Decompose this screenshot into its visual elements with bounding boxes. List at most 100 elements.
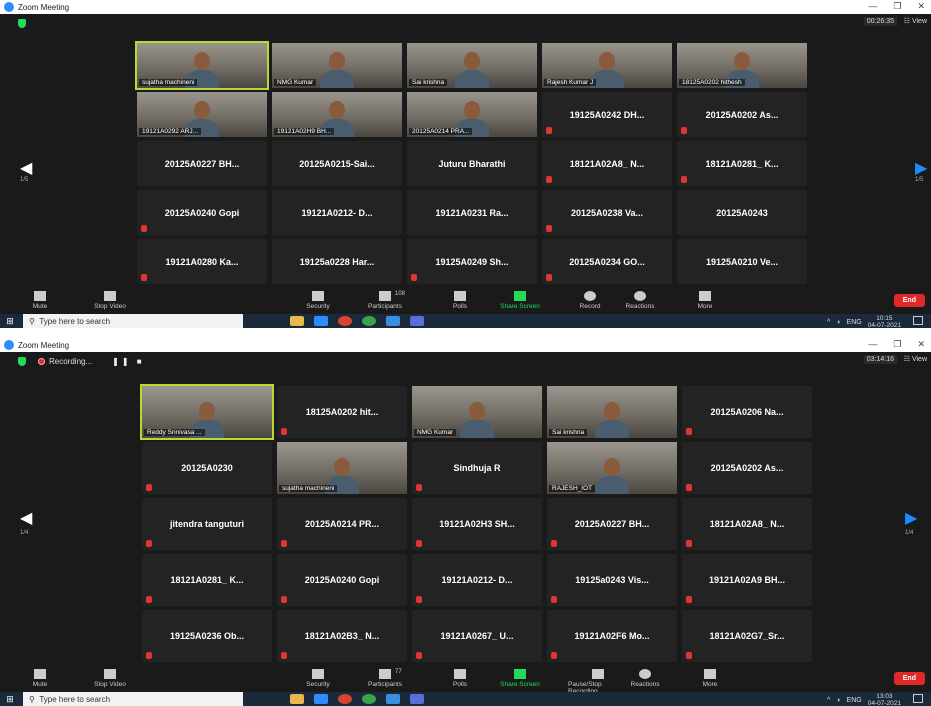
language-label[interactable]: ENG — [847, 319, 862, 326]
participant-tile[interactable]: 19125a0228 Har... — [272, 239, 402, 284]
notification-icon[interactable] — [913, 316, 923, 325]
participant-tile[interactable]: 19125A0236 Ob... — [142, 610, 272, 662]
participant-tile[interactable]: 19125A0210 Ve... — [677, 239, 807, 284]
security-button[interactable]: Security — [288, 291, 348, 310]
pause-icon[interactable]: ❚❚ — [112, 357, 131, 366]
participant-tile[interactable]: RAJESH_IOT — [547, 442, 677, 494]
mute-button[interactable]: Mute — [10, 669, 70, 688]
participant-tile[interactable]: 20125A0227 BH... — [547, 498, 677, 550]
participant-tile[interactable]: 20125A0234 GO... — [542, 239, 672, 284]
file-explorer-icon[interactable] — [290, 694, 304, 704]
participant-tile[interactable]: 20125A0202 As... — [677, 92, 807, 137]
app-icon[interactable] — [386, 316, 400, 326]
polls-button[interactable]: Polls — [430, 669, 490, 688]
participant-tile[interactable]: Sindhuja R — [412, 442, 542, 494]
participant-tile[interactable]: 20125A0215-Sai... — [272, 141, 402, 186]
stop-icon[interactable]: ■ — [137, 357, 145, 366]
participant-tile[interactable]: 18125A0202 hithesh — [677, 43, 807, 88]
close-icon[interactable]: ✕ — [917, 1, 925, 12]
participant-tile[interactable]: 19121A02F6 Mo... — [547, 610, 677, 662]
chrome-profile-icon[interactable] — [362, 316, 376, 326]
security-button[interactable]: Security — [288, 669, 348, 688]
windows-start-icon[interactable]: ⊞ — [3, 316, 17, 327]
language-label[interactable]: ENG — [847, 697, 862, 704]
recording-controls[interactable]: ❚❚ ■ — [112, 357, 144, 366]
reactions-button[interactable]: Reactions — [615, 669, 675, 688]
chrome-profile-icon[interactable] — [362, 694, 376, 704]
stop-video-button[interactable]: Stop Video — [80, 291, 140, 310]
next-page-arrow-icon[interactable]: ▶ — [905, 508, 917, 528]
file-explorer-icon[interactable] — [290, 316, 304, 326]
view-button[interactable]: ☷ View — [904, 17, 927, 25]
participant-tile[interactable]: 20125A0240 Gopi — [277, 554, 407, 606]
close-icon[interactable]: ✕ — [917, 339, 925, 350]
participant-tile[interactable]: NMG Kumar — [412, 386, 542, 438]
photos-icon[interactable] — [410, 316, 424, 326]
participant-tile[interactable]: 20125A0227 BH... — [137, 141, 267, 186]
participant-tile[interactable]: 18121A02A8_ N... — [542, 141, 672, 186]
participant-tile[interactable]: 19121A0267_ U... — [412, 610, 542, 662]
participant-tile[interactable]: Sai krishna — [547, 386, 677, 438]
participant-tile[interactable]: 19121A02H3 SH... — [412, 498, 542, 550]
stop-video-button[interactable]: Stop Video — [80, 669, 140, 688]
zoom-taskbar-icon[interactable] — [314, 316, 328, 326]
participant-tile[interactable]: Rajesh Kumar J — [542, 43, 672, 88]
participant-tile[interactable]: sujatha machineni — [135, 41, 269, 90]
participant-tile[interactable]: 20125A0214 PRA... — [407, 92, 537, 137]
participant-tile[interactable]: 20125A0240 Gopi — [137, 190, 267, 235]
participant-tile[interactable]: 19121A02H9 BH... — [272, 92, 402, 137]
participant-tile[interactable]: 19121A02A9 BH... — [682, 554, 812, 606]
participant-tile[interactable]: 19121A0280 Ka... — [137, 239, 267, 284]
participant-tile[interactable]: 20125A0230 — [142, 442, 272, 494]
participant-tile[interactable]: Reddy Srinivasa ... — [140, 384, 274, 440]
participant-tile[interactable]: 19125A0242 DH... — [542, 92, 672, 137]
zoom-taskbar-icon[interactable] — [314, 694, 328, 704]
chrome-icon[interactable] — [338, 316, 352, 326]
participant-tile[interactable]: 20125A0206 Na... — [682, 386, 812, 438]
volume-icon[interactable]: ◖ — [836, 697, 840, 704]
meeting-info-shield-icon[interactable] — [18, 18, 26, 28]
volume-icon[interactable]: ◖ — [836, 319, 840, 326]
mute-button[interactable]: Mute — [10, 291, 70, 310]
taskbar-search[interactable]: ⚲ Type here to search — [23, 692, 243, 706]
view-button[interactable]: ☷ View — [904, 355, 927, 363]
participant-tile[interactable]: Sai krishna — [407, 43, 537, 88]
participants-button[interactable]: 77 Participants — [355, 669, 415, 688]
clock[interactable]: 10:15 04-07-2021 — [868, 315, 901, 328]
reactions-button[interactable]: Reactions — [610, 291, 670, 310]
participant-tile[interactable]: 18121A0281_ K... — [142, 554, 272, 606]
end-meeting-button[interactable]: End — [893, 294, 925, 307]
taskbar-search[interactable]: ⚲ Type here to search — [23, 314, 243, 328]
participant-tile[interactable]: jitendra tanguturi — [142, 498, 272, 550]
polls-button[interactable]: Polls — [430, 291, 490, 310]
participant-tile[interactable]: 18125A0202 hit... — [277, 386, 407, 438]
participants-button[interactable]: 108 Participants — [355, 291, 415, 310]
participant-tile[interactable]: 18121A02G7_Sr... — [682, 610, 812, 662]
participant-tile[interactable]: 19125a0243 Vis... — [547, 554, 677, 606]
photos-icon[interactable] — [410, 694, 424, 704]
end-meeting-button[interactable]: End — [893, 672, 925, 685]
restore-icon[interactable]: ❐ — [893, 1, 901, 12]
windows-start-icon[interactable]: ⊞ — [3, 694, 17, 705]
meeting-info-shield-icon[interactable] — [18, 356, 26, 366]
participant-tile[interactable]: 19121A0212- D... — [412, 554, 542, 606]
tray-up-icon[interactable]: ^ — [827, 319, 830, 326]
participant-tile[interactable]: 18121A02B3_ N... — [277, 610, 407, 662]
participant-tile[interactable]: Juturu Bharathi — [407, 141, 537, 186]
minimize-icon[interactable]: — — [868, 339, 877, 350]
share-screen-button[interactable]: Share Screen — [490, 669, 550, 688]
clock[interactable]: 13:03 04-07-2021 — [868, 693, 901, 706]
chrome-icon[interactable] — [338, 694, 352, 704]
participant-tile[interactable]: 19125A0249 Sh... — [407, 239, 537, 284]
participant-tile[interactable]: 20125A0243 — [677, 190, 807, 235]
previous-page-arrow-icon[interactable]: ◀ — [20, 508, 32, 528]
notification-icon[interactable] — [913, 694, 923, 703]
participant-tile[interactable]: 19121A0231 Ra... — [407, 190, 537, 235]
participant-tile[interactable]: 19121A0212- D... — [272, 190, 402, 235]
participant-tile[interactable]: sujatha machineni — [277, 442, 407, 494]
minimize-icon[interactable]: — — [868, 1, 877, 12]
more-button[interactable]: More — [675, 291, 735, 310]
tray-up-icon[interactable]: ^ — [827, 697, 830, 704]
participant-tile[interactable]: 18121A02A8_ N... — [682, 498, 812, 550]
more-button[interactable]: More — [680, 669, 740, 688]
